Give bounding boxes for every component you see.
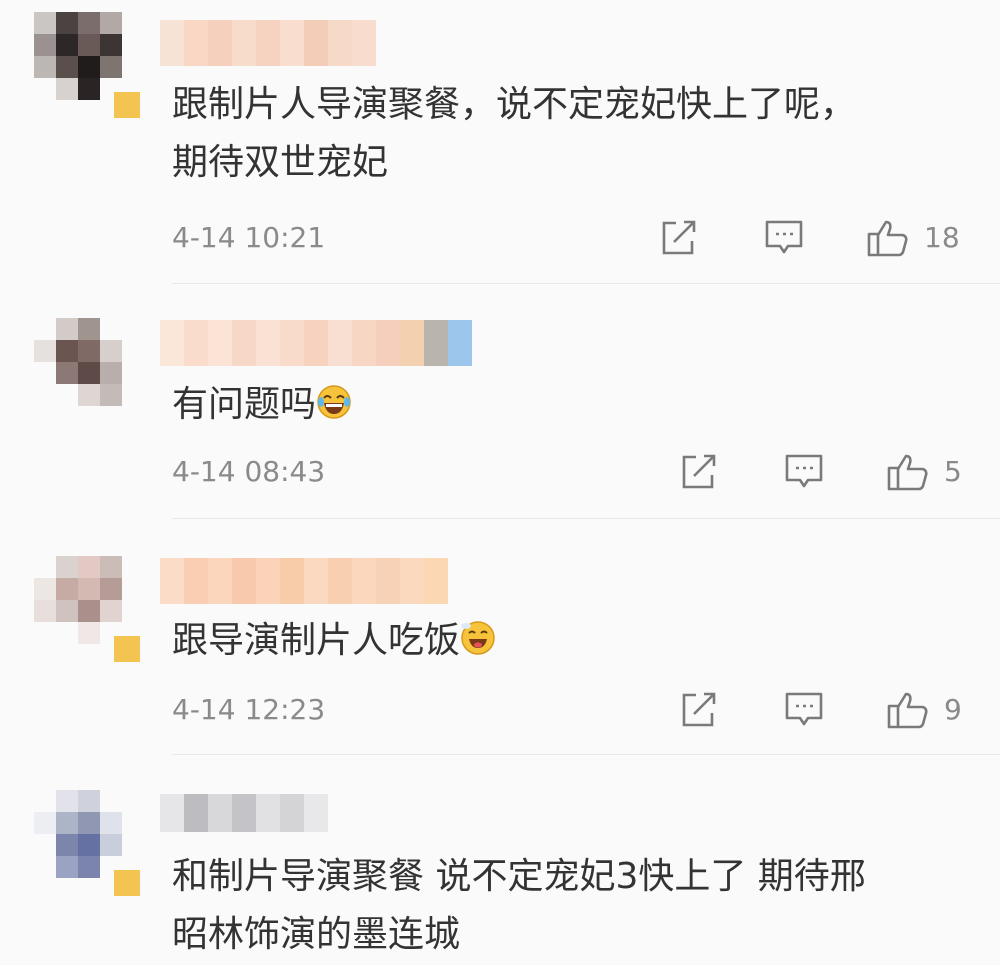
reply-button[interactable] bbox=[784, 690, 824, 730]
share-icon bbox=[662, 220, 696, 255]
divider bbox=[172, 754, 1000, 755]
comment-text: 跟导演制片人吃饭 bbox=[172, 612, 972, 670]
avatar[interactable] bbox=[34, 12, 140, 118]
comment-time: 4-14 08:43 bbox=[172, 455, 326, 488]
vip-badge bbox=[114, 92, 140, 118]
comment-text: 跟制片人导演聚餐，说不定宠妃快上了呢， 期待双世宠妃 bbox=[172, 84, 857, 183]
reply-button[interactable] bbox=[784, 452, 824, 492]
comment-meta: 4-14 10:21 18 bbox=[172, 218, 972, 258]
divider bbox=[172, 283, 1000, 284]
like-count: 5 bbox=[944, 455, 962, 488]
share-button[interactable] bbox=[680, 690, 718, 730]
divider bbox=[172, 518, 1000, 519]
comment-meta: 4-14 12:23 9 bbox=[172, 690, 972, 730]
like-button[interactable]: 9 bbox=[886, 690, 962, 730]
comment-meta: 4-14 08:43 5 bbox=[172, 452, 972, 492]
thumbs-up-icon bbox=[867, 220, 908, 257]
comment-text: 有问题吗 bbox=[172, 376, 972, 434]
thumbs-up-icon bbox=[887, 454, 928, 491]
drooling-emoji bbox=[460, 616, 496, 655]
share-button[interactable] bbox=[680, 452, 718, 492]
comment-icon bbox=[785, 692, 823, 726]
like-button[interactable]: 18 bbox=[866, 218, 960, 258]
share-button[interactable] bbox=[660, 218, 698, 258]
share-icon bbox=[682, 454, 716, 489]
avatar[interactable] bbox=[34, 556, 140, 662]
thumbs-up-icon bbox=[887, 692, 928, 729]
like-button[interactable]: 5 bbox=[886, 452, 962, 492]
like-count: 9 bbox=[944, 693, 962, 726]
vip-badge bbox=[114, 870, 140, 896]
comment-time: 4-14 12:23 bbox=[172, 693, 326, 726]
avatar[interactable] bbox=[34, 318, 140, 424]
comment-text: 和制片导演聚餐 说不定宠妃3快上了 期待邢 昭林饰演的墨连城 bbox=[172, 856, 866, 955]
comment-icon bbox=[785, 454, 823, 488]
like-count: 18 bbox=[924, 221, 960, 254]
reply-button[interactable] bbox=[764, 218, 804, 258]
comment-icon bbox=[765, 220, 803, 254]
vip-badge bbox=[114, 636, 140, 662]
laughing-tears-emoji bbox=[316, 380, 352, 419]
share-icon bbox=[682, 692, 716, 727]
comment-time: 4-14 10:21 bbox=[172, 221, 326, 254]
avatar[interactable] bbox=[34, 790, 140, 896]
